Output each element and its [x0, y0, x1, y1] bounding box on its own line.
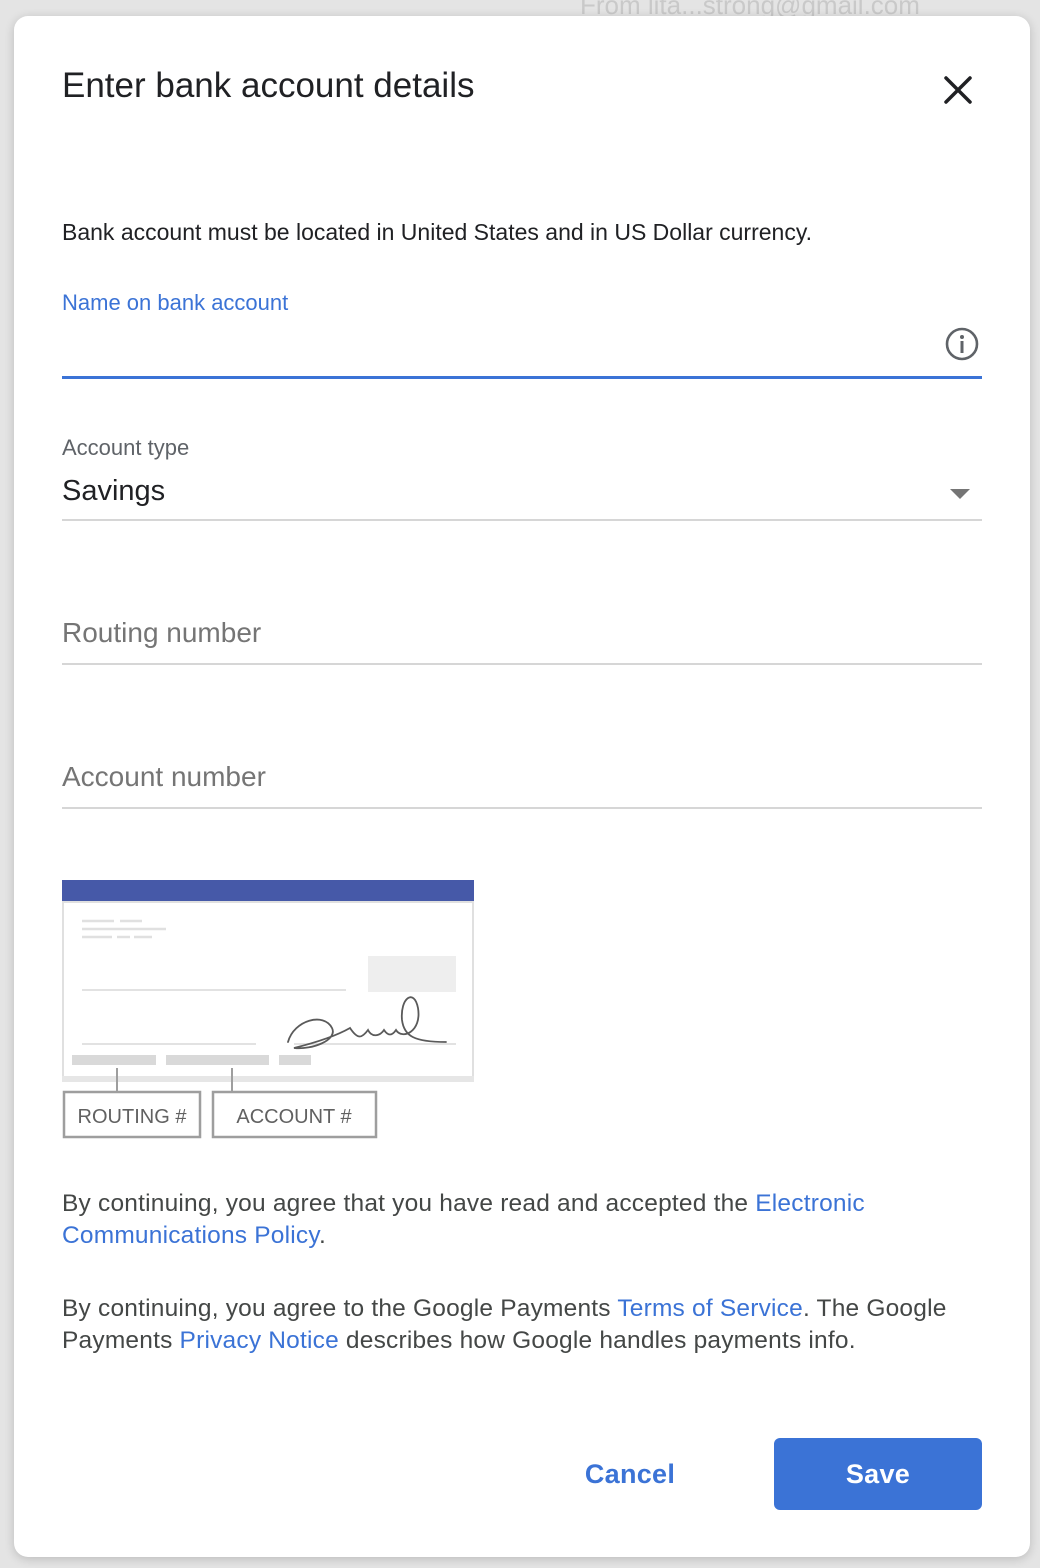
chevron-down-icon — [950, 489, 970, 499]
dialog-title: Enter bank account details — [62, 66, 475, 105]
routing-field — [62, 606, 982, 668]
legal-tos-text: By continuing, you agree to the Google P… — [62, 1293, 972, 1357]
legal-tos-suffix: describes how Google handles payments in… — [338, 1327, 856, 1354]
legal-ecp-period: . — [319, 1222, 327, 1249]
account-label: ACCOUNT # — [236, 1106, 352, 1128]
legal-tos-prefix: By continuing, you agree to the Google P… — [62, 1295, 618, 1322]
account-type-value: Savings — [62, 475, 166, 507]
name-field: Name on bank account — [62, 286, 982, 382]
legal-ecp-prefix: By continuing, you agree that you have r… — [62, 1190, 756, 1217]
check-illustration: ROUTING # ACCOUNT # — [62, 880, 476, 1142]
name-field-underline — [62, 376, 982, 379]
name-info-button[interactable] — [944, 326, 980, 362]
bank-account-dialog: Enter bank account details Bank account … — [14, 16, 1030, 1557]
legal-ecp-text: By continuing, you agree that you have r… — [62, 1188, 972, 1252]
routing-label: ROUTING # — [78, 1106, 188, 1128]
info-icon — [945, 327, 979, 361]
name-input[interactable] — [62, 330, 922, 370]
account-type-label: Account type — [62, 435, 190, 460]
account-type-select[interactable]: Account type Savings — [62, 431, 982, 523]
routing-input[interactable] — [62, 612, 982, 654]
account-number-field — [62, 750, 982, 812]
privacy-notice-link[interactable]: Privacy Notice — [180, 1327, 339, 1354]
terms-of-service-link[interactable]: Terms of Service — [617, 1295, 803, 1322]
save-button[interactable]: Save — [774, 1438, 982, 1510]
account-type-underline — [62, 519, 982, 521]
account-number-input[interactable] — [62, 756, 982, 798]
close-icon — [944, 76, 972, 104]
name-field-label: Name on bank account — [62, 290, 289, 315]
currency-notice: Bank account must be located in United S… — [62, 219, 813, 245]
close-button[interactable] — [938, 70, 978, 110]
account-number-underline — [62, 807, 982, 809]
check-image: ROUTING # ACCOUNT # — [62, 880, 474, 1139]
cancel-button[interactable]: Cancel — [562, 1438, 698, 1510]
routing-underline — [62, 663, 982, 665]
